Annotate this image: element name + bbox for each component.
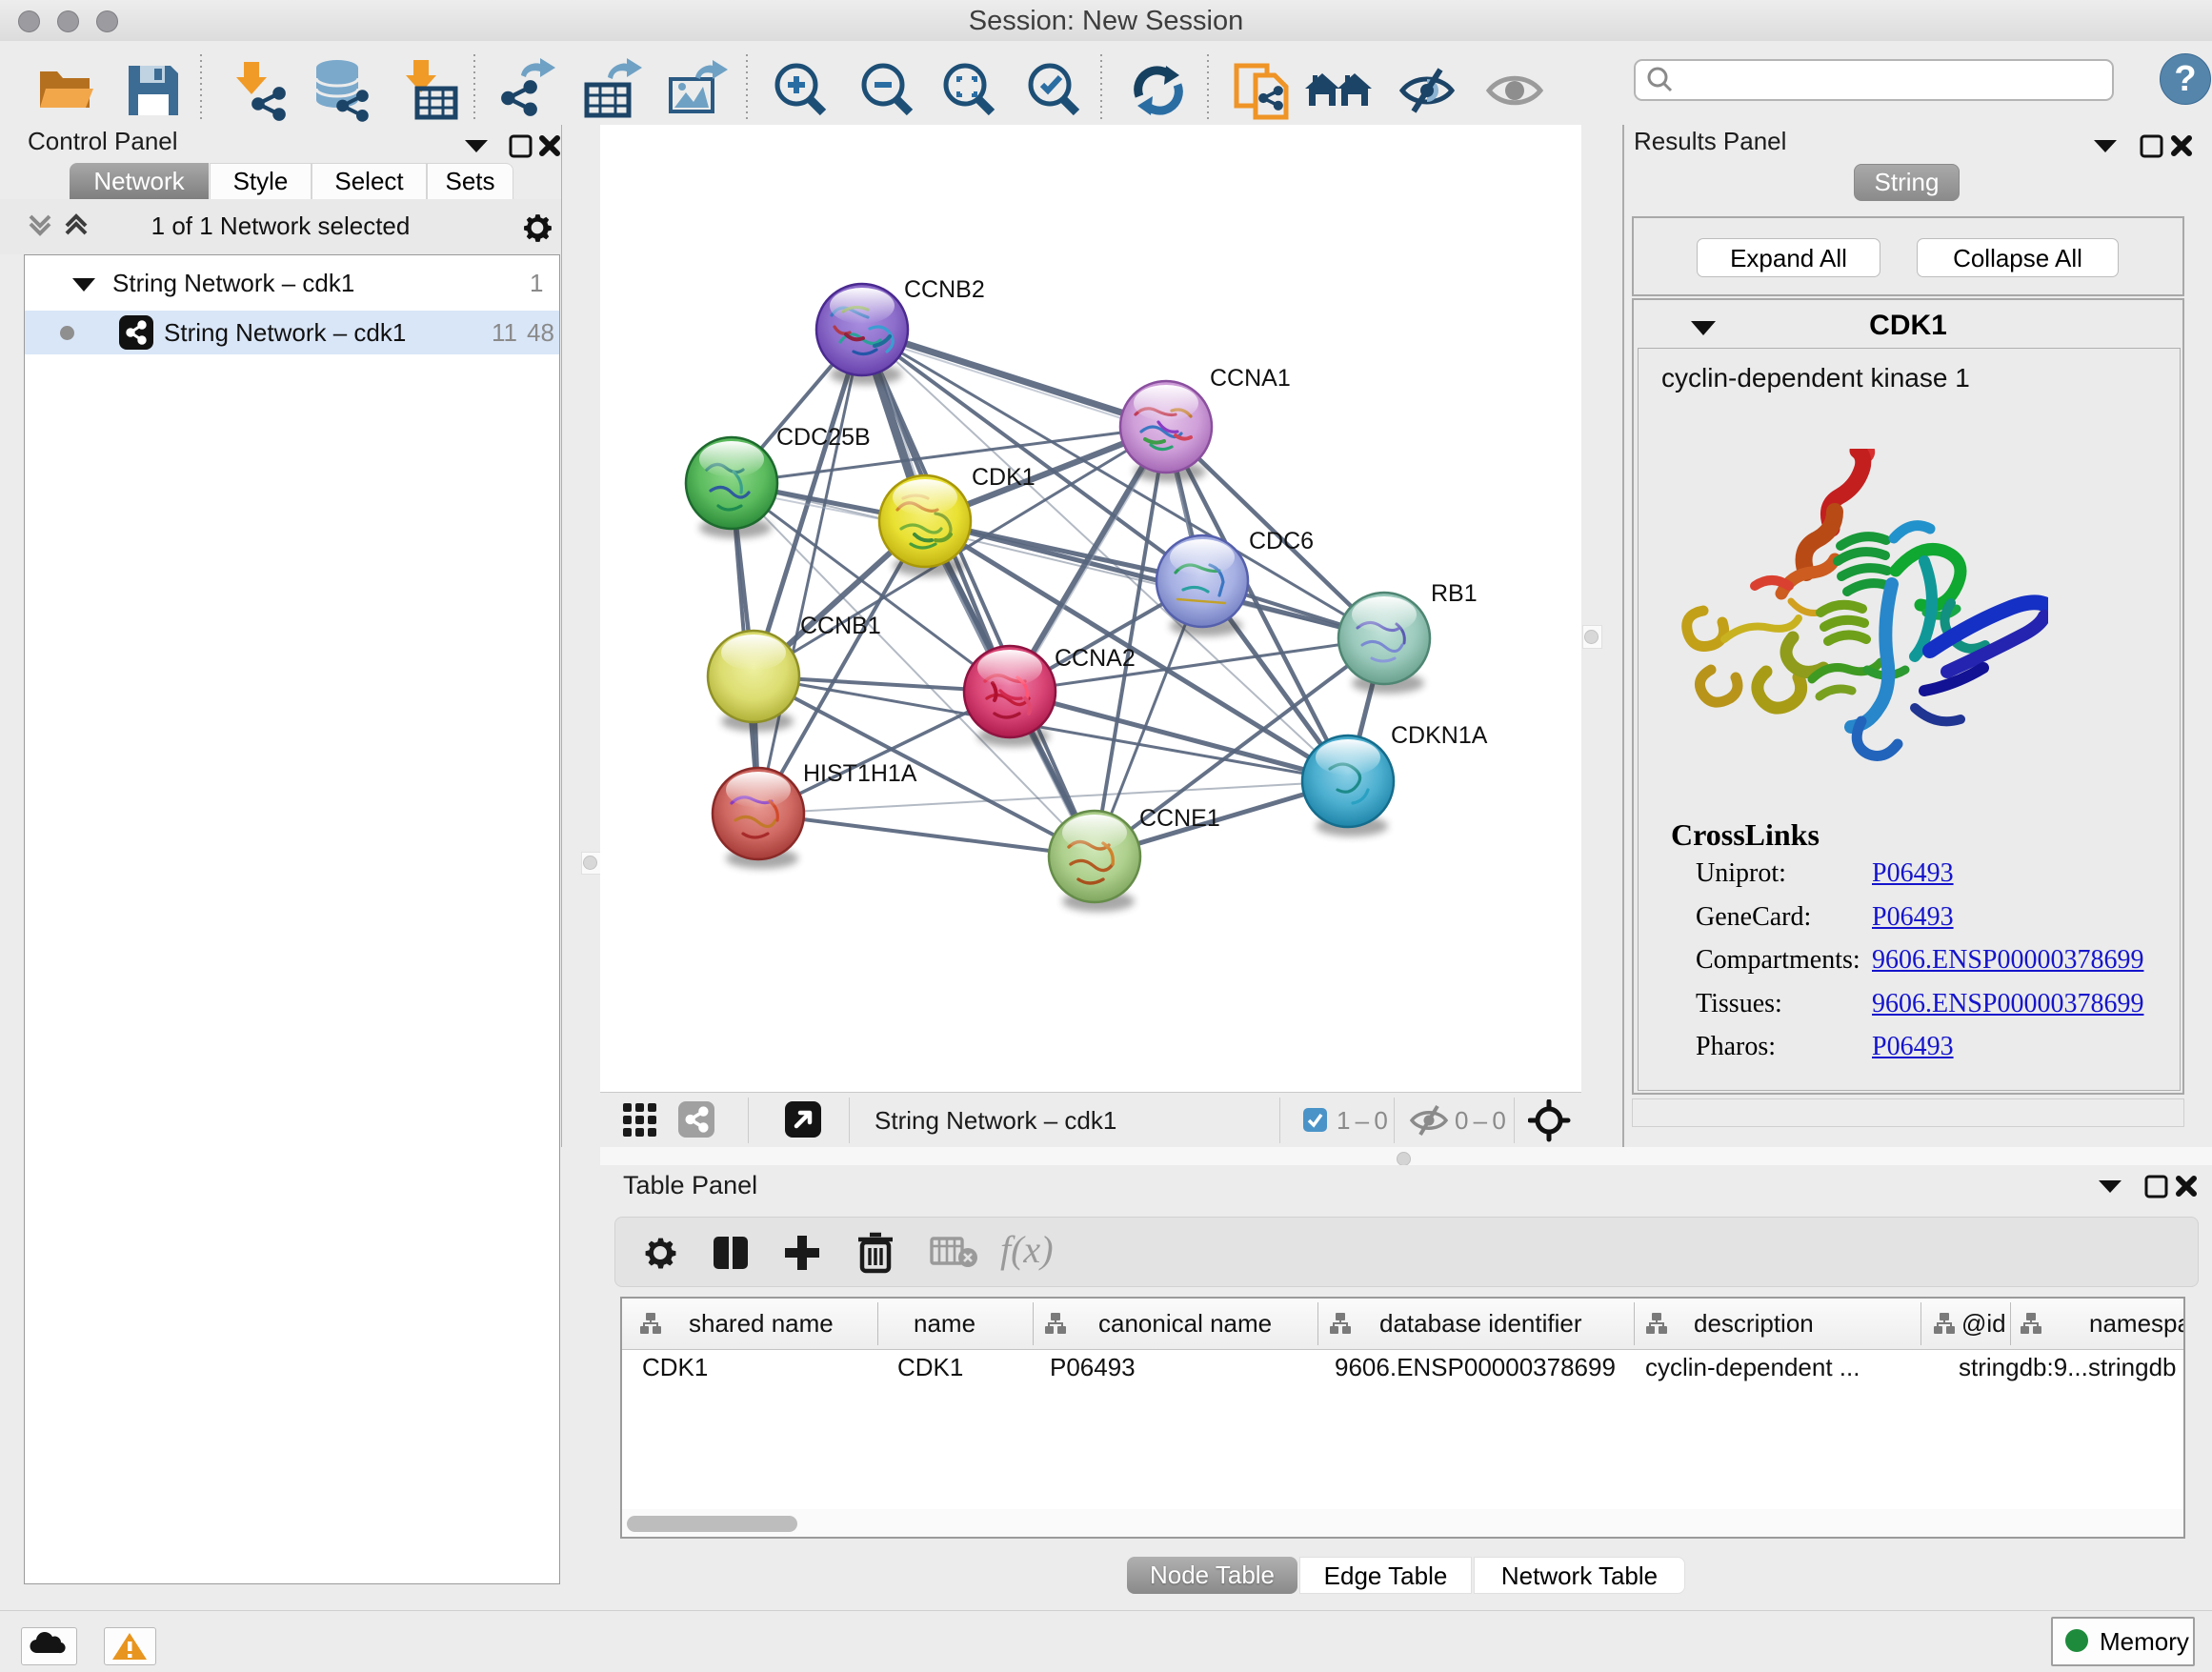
svg-text:CDKN1A: CDKN1A (1391, 722, 1488, 749)
svg-text:CDC6: CDC6 (1249, 528, 1314, 554)
svg-text:CDK1: CDK1 (972, 464, 1036, 491)
svg-text:CCNE1: CCNE1 (1139, 805, 1220, 832)
svg-text:RB1: RB1 (1431, 580, 1478, 607)
svg-text:CCNA1: CCNA1 (1210, 365, 1291, 392)
svg-text:CCNA2: CCNA2 (1055, 645, 1136, 672)
svg-text:CCNB1: CCNB1 (800, 613, 881, 639)
svg-text:CDC25B: CDC25B (776, 424, 871, 451)
svg-text:CCNB2: CCNB2 (904, 276, 985, 303)
svg-text:HIST1H1A: HIST1H1A (803, 760, 917, 787)
